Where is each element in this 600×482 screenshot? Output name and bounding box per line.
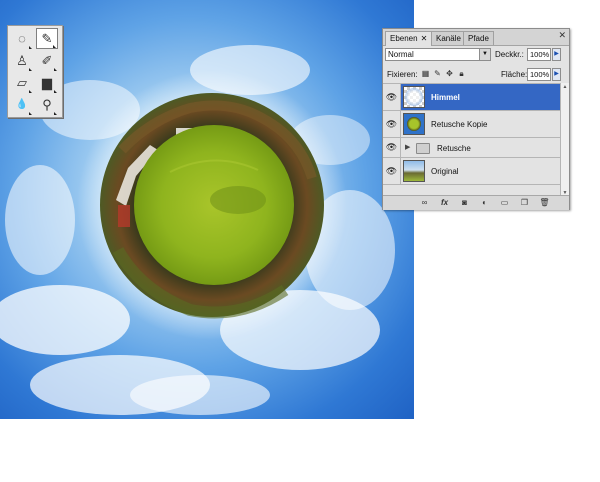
lock-transparency-icon[interactable]: ▦ <box>421 69 430 78</box>
lock-label: Fixieren: <box>387 70 418 79</box>
scroll-up-icon[interactable]: ▲ <box>561 83 569 91</box>
tab-kanaele[interactable]: Kanäle <box>431 31 466 45</box>
fill-slider-arrow-icon[interactable]: ▶ <box>552 68 561 81</box>
dodge-tool-icon[interactable]: ⚲ <box>36 94 58 115</box>
adjustment-icon[interactable]: ◐ <box>479 198 490 208</box>
tab-pfade[interactable]: Pfade <box>463 31 494 45</box>
fx-icon[interactable]: fx <box>439 198 450 208</box>
close-tab-icon[interactable]: ✕ <box>421 34 428 43</box>
lock-row: Fixieren: ▦ ✎ ✥ 🔒︎ Fläche: 100% ▶ <box>383 66 569 84</box>
opacity-label: Deckkr.: <box>495 50 524 59</box>
blend-mode-select[interactable]: Normal ▼ <box>385 48 491 61</box>
fill-field[interactable]: 100% <box>527 68 551 81</box>
blur-tool-icon[interactable]: 💧 <box>11 94 33 115</box>
layer-row-himmel[interactable]: 👁︎ Himmel <box>383 84 561 111</box>
trash-icon[interactable]: 🗑︎ <box>539 198 550 208</box>
visibility-eye-icon[interactable]: 👁︎ <box>383 84 401 110</box>
folder-icon <box>416 143 430 154</box>
layer-thumbnail <box>403 86 425 108</box>
tools-panel: ◌ ✎ ♙ ✐ ▱ ▆ 💧 ⚲ <box>7 25 63 118</box>
layers-bottom-bar: ∞ fx ◙ ◐ ▭ ❐ 🗑︎ <box>383 195 569 210</box>
history-brush-tool-icon[interactable]: ✐ <box>36 50 58 71</box>
lock-all-icon[interactable]: 🔒︎ <box>457 69 466 78</box>
visibility-eye-icon[interactable]: 👁︎ <box>383 158 401 184</box>
layers-scrollbar[interactable]: ▲ ▼ <box>560 83 569 197</box>
layer-group-retusche[interactable]: 👁︎ ▶ Retusche <box>383 138 561 158</box>
layer-row-original[interactable]: 👁︎ Original <box>383 158 561 185</box>
new-layer-icon[interactable]: ❐ <box>519 198 530 208</box>
lasso-tool-icon[interactable]: ◌ <box>11 28 33 49</box>
expand-triangle-icon[interactable]: ▶ <box>405 143 410 151</box>
fill-label: Fläche: <box>501 70 528 79</box>
lock-position-icon[interactable]: ✥ <box>445 69 454 78</box>
layers-panel: Ebenen ✕ Kanäle Pfade ✕ Normal ▼ Deckkr.:… <box>382 28 570 210</box>
layer-name: Himmel <box>431 93 460 102</box>
mask-icon[interactable]: ◙ <box>459 198 470 208</box>
folder-icon[interactable]: ▭ <box>499 198 510 208</box>
lock-pixels-icon[interactable]: ✎ <box>433 69 442 78</box>
gradient-tool-icon[interactable]: ▆ <box>36 72 58 93</box>
layer-name: Original <box>431 167 459 176</box>
panel-menu-icon[interactable]: ✕ <box>558 30 566 41</box>
panel-tab-bar: Ebenen ✕ Kanäle Pfade ✕ <box>383 29 569 46</box>
clone-stamp-tool-icon[interactable]: ♙ <box>11 50 33 71</box>
visibility-eye-icon[interactable]: 👁︎ <box>383 111 401 137</box>
tab-ebenen[interactable]: Ebenen ✕ <box>385 31 433 46</box>
visibility-eye-icon[interactable]: 👁︎ <box>383 138 401 157</box>
layer-thumbnail <box>403 160 425 182</box>
group-name: Retusche <box>437 144 471 153</box>
layer-row-retusche-kopie[interactable]: 👁︎ Retusche Kopie <box>383 111 561 138</box>
eraser-tool-icon[interactable]: ▱ <box>11 72 33 93</box>
blend-row: Normal ▼ Deckkr.: 100% ▶ <box>383 47 569 64</box>
layer-name: Retusche Kopie <box>431 120 488 129</box>
opacity-slider-arrow-icon[interactable]: ▶ <box>552 48 561 61</box>
link-icon[interactable]: ∞ <box>419 198 430 208</box>
layer-thumbnail <box>403 113 425 135</box>
brush-tool-icon[interactable]: ✎ <box>36 28 58 49</box>
opacity-field[interactable]: 100% <box>527 48 551 61</box>
chevron-down-icon: ▼ <box>479 49 490 60</box>
